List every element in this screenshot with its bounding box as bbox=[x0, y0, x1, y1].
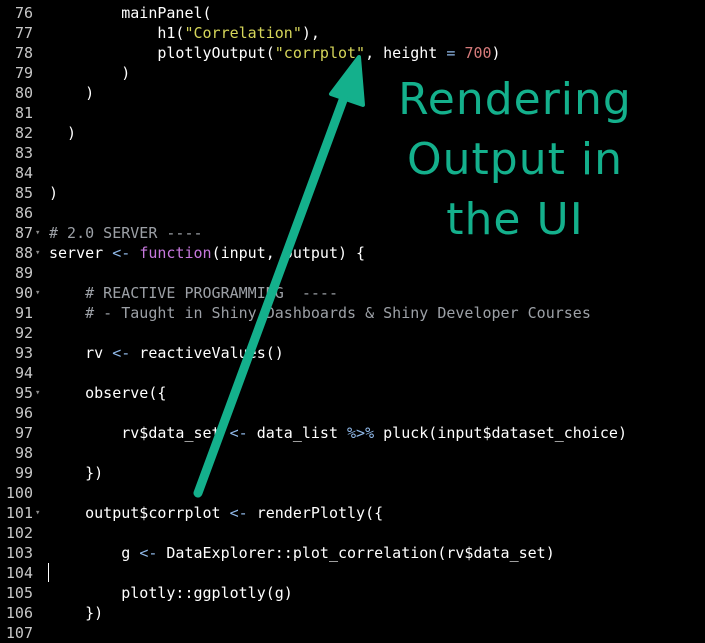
annotation-line-3: the UI bbox=[446, 194, 584, 245]
annotation-arrow-head bbox=[329, 55, 365, 107]
annotation-label: Rendering Output in the UI bbox=[395, 70, 635, 250]
annotation-line-1: Rendering bbox=[398, 74, 632, 125]
annotation-line-2: Output in bbox=[407, 134, 623, 185]
annotation-arrow-shaft bbox=[193, 87, 351, 498]
